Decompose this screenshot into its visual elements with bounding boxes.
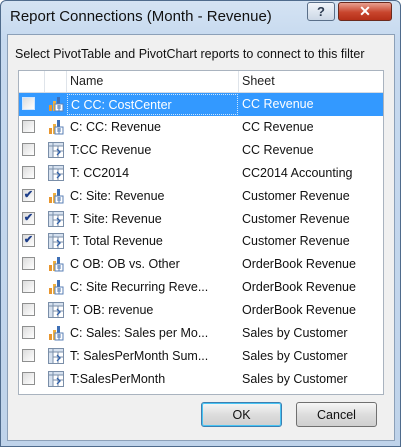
checkbox[interactable] (22, 142, 35, 156)
close-icon: ✕ (359, 3, 371, 19)
help-icon: ? (317, 4, 325, 19)
sheet-name: OrderBook Revenue (242, 257, 356, 272)
cancel-button[interactable]: Cancel (296, 402, 377, 427)
pivottable-icon (48, 233, 64, 250)
report-name: T: OB: revenue (70, 303, 154, 318)
window-title: Report Connections (Month - Revenue) (10, 8, 272, 25)
pivotchart-icon (48, 188, 64, 204)
sheet-name: CC Revenue (242, 119, 314, 134)
list-header: Name Sheet (19, 71, 383, 93)
table-row[interactable]: C: Sales: Sales per Mo... Sales by Custom… (19, 322, 383, 345)
table-row[interactable]: T: OB: revenue OrderBook Revenue (19, 299, 383, 322)
table-row[interactable]: C OB: OB vs. Other OrderBook Revenue (19, 253, 383, 276)
table-row[interactable]: T:SalesPerMonth Sales by Customer (19, 368, 383, 391)
column-separator[interactable] (44, 71, 45, 92)
table-row[interactable]: ✔ T: Site: Revenue Customer Revenue (19, 208, 383, 231)
report-name: C OB: OB vs. Other (70, 257, 180, 272)
pivotchart-icon (48, 256, 64, 272)
sheet-name: Customer Revenue (242, 234, 350, 249)
sheet-name: Sales by Customer (242, 326, 348, 340)
report-name: C: Sales: Sales per Mo... (70, 326, 209, 340)
checkbox-checked[interactable]: ✔ (22, 188, 35, 202)
pivottable-icon (48, 347, 64, 364)
checkbox-checked[interactable]: ✔ (22, 234, 35, 248)
sheet-name: OrderBook Revenue (242, 303, 356, 318)
column-header-name[interactable]: Name (70, 71, 103, 92)
report-name: T: Total Revenue (70, 234, 163, 249)
pivottable-icon (48, 141, 64, 158)
checkmark-icon: ✔ (23, 234, 34, 247)
checkbox[interactable] (22, 280, 35, 294)
report-connections-dialog: Report Connections (Month - Revenue) ? ✕… (0, 0, 401, 447)
checkbox[interactable] (22, 371, 35, 385)
column-separator[interactable] (66, 71, 67, 92)
table-row[interactable]: ✔ T: Total Revenue Customer Revenue (19, 230, 383, 253)
pivottable-icon (48, 302, 64, 319)
table-row[interactable]: C: Site Recurring Reve... OrderBook Reven… (19, 276, 383, 299)
help-button[interactable]: ? (307, 2, 335, 21)
sheet-name: CC Revenue (242, 97, 314, 111)
report-name: C CC: CostCenter (67, 94, 238, 115)
close-button[interactable]: ✕ (338, 2, 392, 21)
pivotchart-icon (48, 119, 64, 135)
pivottable-icon (48, 210, 64, 227)
checkbox[interactable] (22, 257, 35, 271)
title-bar[interactable]: Report Connections (Month - Revenue) ? ✕ (1, 1, 400, 35)
checkbox[interactable] (22, 97, 35, 110)
checkbox[interactable] (22, 326, 35, 339)
checkmark-icon: ✔ (23, 188, 34, 201)
pivotchart-icon (48, 325, 64, 341)
instruction-text: Select PivotTable and PivotChart reports… (15, 47, 365, 61)
sheet-name: Customer Revenue (242, 188, 350, 203)
sheet-name: Sales by Customer (242, 371, 348, 386)
pivotchart-icon (48, 279, 64, 295)
dialog-client-area: Select PivotTable and PivotChart reports… (7, 34, 395, 441)
checkbox[interactable] (22, 119, 35, 133)
checkbox-checked[interactable]: ✔ (22, 211, 35, 225)
checkbox[interactable] (22, 165, 35, 179)
pivottable-icon (48, 370, 64, 387)
report-name: T: SalesPerMonth Sum... (70, 348, 209, 363)
pivottable-icon (48, 164, 64, 181)
table-row[interactable]: T: CC2014 CC2014 Accounting (19, 162, 383, 185)
sheet-name: CC2014 Accounting (242, 165, 353, 180)
sheet-name: Customer Revenue (242, 211, 350, 226)
column-separator[interactable] (238, 71, 239, 92)
report-list[interactable]: Name Sheet C CC: CostCenter CC Revenue C: … (18, 70, 384, 395)
checkbox[interactable] (22, 303, 35, 317)
sheet-name: OrderBook Revenue (242, 280, 356, 295)
sheet-name: Sales by Customer (242, 348, 348, 363)
report-name: T:CC Revenue (70, 142, 152, 157)
sheet-name: CC Revenue (242, 142, 314, 157)
checkbox[interactable] (22, 348, 35, 362)
pivotchart-icon (48, 96, 64, 112)
report-name: C: CC: Revenue (70, 119, 162, 134)
report-name: T:SalesPerMonth (70, 371, 166, 386)
table-row[interactable]: T:CC Revenue CC Revenue (19, 139, 383, 162)
table-row[interactable]: C CC: CostCenter CC Revenue (19, 93, 383, 116)
table-row[interactable]: ✔ C: Site: Revenue Customer Revenue (19, 185, 383, 208)
table-row[interactable]: T: SalesPerMonth Sum... Sales by Customer (19, 345, 383, 368)
report-name: C: Site Recurring Reve... (70, 280, 209, 295)
ok-button[interactable]: OK (201, 402, 282, 427)
report-name: T: CC2014 (70, 165, 130, 180)
column-header-sheet[interactable]: Sheet (242, 71, 275, 92)
table-row[interactable]: C: CC: Revenue CC Revenue (19, 116, 383, 139)
checkmark-icon: ✔ (23, 211, 34, 224)
report-name: T: Site: Revenue (70, 211, 162, 226)
report-name: C: Site: Revenue (70, 188, 165, 203)
